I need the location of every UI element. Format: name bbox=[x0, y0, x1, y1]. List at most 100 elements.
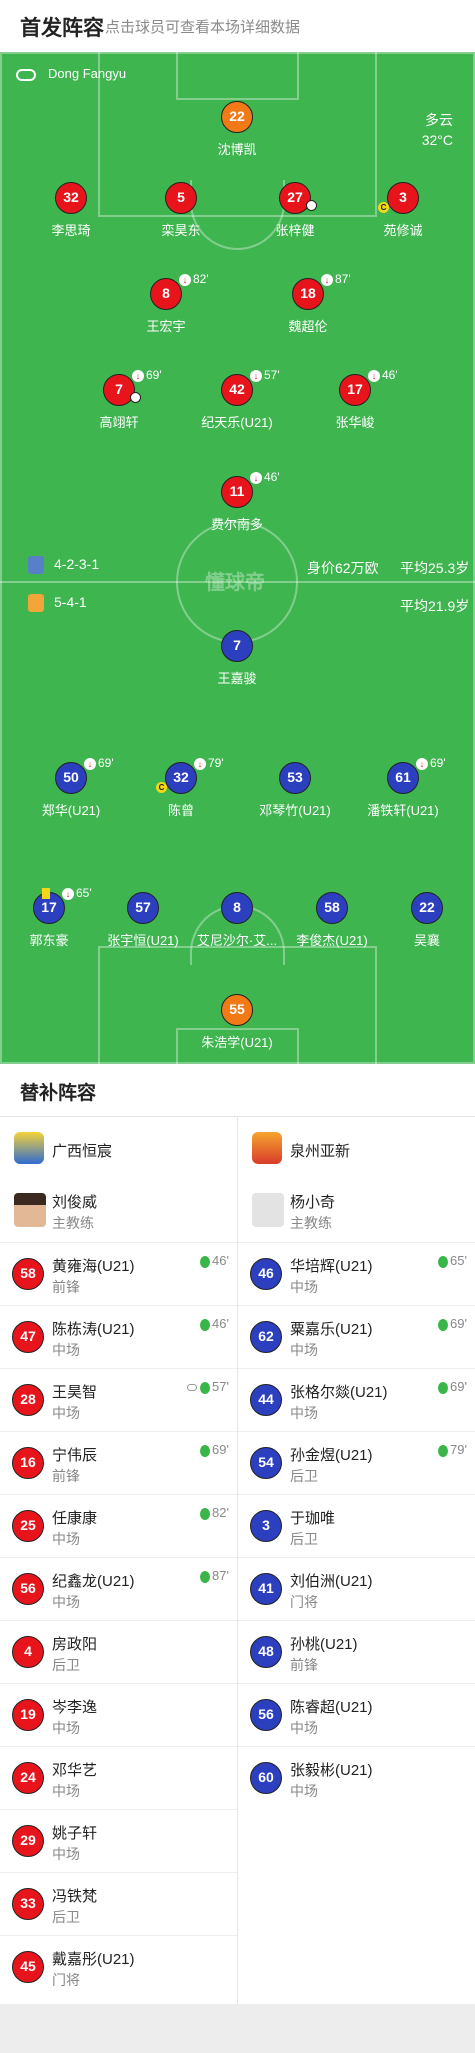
player-name: 陈睿超(U21) bbox=[290, 1699, 373, 1716]
sub-in-time: 46' bbox=[200, 1316, 229, 1331]
sub-off-time: ↓ 82' bbox=[179, 272, 209, 286]
sub-player-row[interactable]: 47 陈栋涛(U21) 中场 46' bbox=[0, 1305, 237, 1368]
sub-player-row[interactable]: 4 房政阳 后卫 bbox=[0, 1620, 237, 1683]
sub-minute: 46' bbox=[212, 1253, 229, 1268]
away-team-header[interactable]: 泉州亚新 bbox=[238, 1116, 475, 1179]
player-number: 58 bbox=[12, 1258, 44, 1290]
goal-ball-icon bbox=[306, 200, 317, 211]
sub-player-row[interactable]: 62 粟嘉乐(U21) 中场 69' bbox=[238, 1305, 475, 1368]
sub-arrow-icon: ↓ bbox=[250, 471, 262, 484]
player-position: 中场 bbox=[290, 1720, 318, 1736]
player-number: 32 bbox=[55, 182, 87, 214]
player-number: 17 bbox=[339, 374, 371, 406]
player-card[interactable]: 32 ↓ 79' C 陈曾 bbox=[116, 756, 246, 822]
player-number: 61 bbox=[387, 762, 419, 794]
sub-player-row[interactable]: 46 华培辉(U21) 中场 65' bbox=[238, 1242, 475, 1305]
player-number: 62 bbox=[250, 1321, 282, 1353]
player-name: 刘伯洲(U21) bbox=[290, 1573, 373, 1590]
player-position: 门将 bbox=[290, 1594, 318, 1610]
player-position: 前锋 bbox=[52, 1468, 80, 1484]
sub-player-row[interactable]: 54 孙金煜(U21) 后卫 79' bbox=[238, 1431, 475, 1494]
player-card[interactable]: 18 ↓ 87' 魏超伦 bbox=[243, 272, 373, 338]
player-name: 栾昊东 bbox=[161, 223, 201, 238]
sub-player-row[interactable]: 19 岑李逸 中场 bbox=[0, 1683, 237, 1746]
player-card[interactable]: 11 ↓ 46' 费尔南多 bbox=[172, 470, 302, 536]
sub-player-row[interactable]: 60 张毅彬(U21) 中场 bbox=[238, 1746, 475, 1809]
player-card[interactable]: 42 ↓ 57' 纪天乐(U21) bbox=[172, 368, 302, 434]
player-number: 3 bbox=[250, 1510, 282, 1542]
player-position: 前锋 bbox=[290, 1657, 318, 1673]
player-number: 53 bbox=[279, 762, 311, 794]
lineup-title: 首发阵容 bbox=[20, 17, 104, 40]
sub-player-row[interactable]: 25 任康康 中场 82' bbox=[0, 1494, 237, 1557]
player-name: 潘铁轩(U21) bbox=[367, 803, 439, 818]
sub-player-row[interactable]: 56 陈睿超(U21) 中场 bbox=[238, 1683, 475, 1746]
sub-player-row[interactable]: 41 刘伯洲(U21) 门将 bbox=[238, 1557, 475, 1620]
player-number: 41 bbox=[250, 1573, 282, 1605]
player-card[interactable]: 22 沈博凯 bbox=[172, 101, 302, 161]
sub-arrow-icon: ↓ bbox=[416, 757, 428, 770]
referee: Dong Fangyu bbox=[16, 66, 126, 81]
player-number: 47 bbox=[12, 1321, 44, 1353]
sub-player-row[interactable]: 24 邓华艺 中场 bbox=[0, 1746, 237, 1809]
sub-off-time: ↓ 87' bbox=[321, 272, 351, 286]
player-name: 王宏宇 bbox=[146, 319, 186, 334]
player-name: 朱浩学(U21) bbox=[201, 1035, 273, 1050]
away-formation-row: 5-4-1 bbox=[28, 594, 87, 613]
player-name: 岑李逸 bbox=[52, 1699, 98, 1716]
sub-player-row[interactable]: 28 王昊智 中场 57' bbox=[0, 1368, 237, 1431]
player-card[interactable]: 55 朱浩学(U21) bbox=[172, 994, 302, 1054]
player-position: 中场 bbox=[52, 1783, 80, 1799]
player-number: 4 bbox=[12, 1636, 44, 1668]
sub-minute: 69' bbox=[450, 1379, 467, 1394]
player-card[interactable]: 7 王嘉骏 bbox=[172, 630, 302, 690]
player-number: 25 bbox=[12, 1510, 44, 1542]
away-team-logo bbox=[28, 594, 44, 613]
sub-off-time: ↓ 46' bbox=[368, 368, 398, 382]
sub-off-time: ↓ 69' bbox=[84, 756, 114, 770]
sub-in-icon bbox=[438, 1318, 449, 1331]
coach-role: 主教练 bbox=[290, 1215, 332, 1231]
sub-player-row[interactable]: 33 冯铁梵 后卫 bbox=[0, 1872, 237, 1935]
sub-player-row[interactable]: 58 黄雍海(U21) 前锋 46' bbox=[0, 1242, 237, 1305]
player-name: 宁伟辰 bbox=[52, 1447, 98, 1464]
home-coach[interactable]: 刘俊威 主教练 bbox=[0, 1179, 237, 1242]
sub-arrow-icon: ↓ bbox=[321, 273, 333, 286]
sub-in-time: 46' bbox=[200, 1253, 229, 1268]
player-position: 中场 bbox=[290, 1783, 318, 1799]
sub-player-row[interactable]: 44 张格尔燚(U21) 中场 69' bbox=[238, 1368, 475, 1431]
player-card[interactable]: 7 ↓ 69' 高翊轩 bbox=[54, 368, 184, 434]
player-card[interactable]: 3 C 苑修诚 bbox=[338, 182, 468, 242]
sub-player-row[interactable]: 56 纪鑫龙(U21) 中场 87' bbox=[0, 1557, 237, 1620]
player-card[interactable]: 61 ↓ 69' 潘铁轩(U21) bbox=[338, 756, 468, 822]
sub-player-row[interactable]: 3 于珈唯 后卫 bbox=[238, 1494, 475, 1557]
sub-in-time: 69' bbox=[438, 1379, 467, 1394]
team-name: 泉州亚新 bbox=[290, 1143, 351, 1160]
sub-player-row[interactable]: 16 宁伟辰 前锋 69' bbox=[0, 1431, 237, 1494]
sub-off-time: ↓ 57' bbox=[250, 368, 280, 382]
player-name: 吴襄 bbox=[413, 933, 440, 948]
coach-role: 主教练 bbox=[52, 1215, 94, 1231]
player-position: 中场 bbox=[52, 1720, 80, 1736]
player-name: 王嘉骏 bbox=[217, 671, 257, 686]
player-number: 48 bbox=[250, 1636, 282, 1668]
player-card[interactable]: 22 吴襄 bbox=[362, 892, 475, 952]
player-card[interactable]: 8 ↓ 82' 王宏宇 bbox=[101, 272, 231, 338]
player-name: 孙金煜(U21) bbox=[290, 1447, 373, 1464]
sub-in-icon bbox=[438, 1444, 449, 1457]
player-position: 中场 bbox=[52, 1405, 80, 1421]
player-number: 3 bbox=[387, 182, 419, 214]
home-team-header[interactable]: 广西恒宸 bbox=[0, 1116, 237, 1179]
sub-player-row[interactable]: 48 孙桃(U21) 前锋 bbox=[238, 1620, 475, 1683]
sub-player-row[interactable]: 29 姚子轩 中场 bbox=[0, 1809, 237, 1872]
sub-in-time: 87' bbox=[200, 1568, 229, 1583]
sub-off-time: ↓ 69' bbox=[416, 756, 446, 770]
player-number: 7 bbox=[103, 374, 135, 406]
player-card[interactable]: 5 栾昊东 bbox=[116, 182, 246, 242]
player-number: 7 bbox=[221, 630, 253, 662]
away-coach[interactable]: 杨小奇 主教练 bbox=[238, 1179, 475, 1242]
sub-minute: 69' bbox=[98, 756, 114, 770]
player-card[interactable]: 17 ↓ 46' 张华峻 bbox=[290, 368, 420, 434]
sub-off-time: ↓ 79' bbox=[194, 756, 224, 770]
sub-player-row[interactable]: 45 戴嘉彤(U21) 门将 bbox=[0, 1935, 237, 1998]
